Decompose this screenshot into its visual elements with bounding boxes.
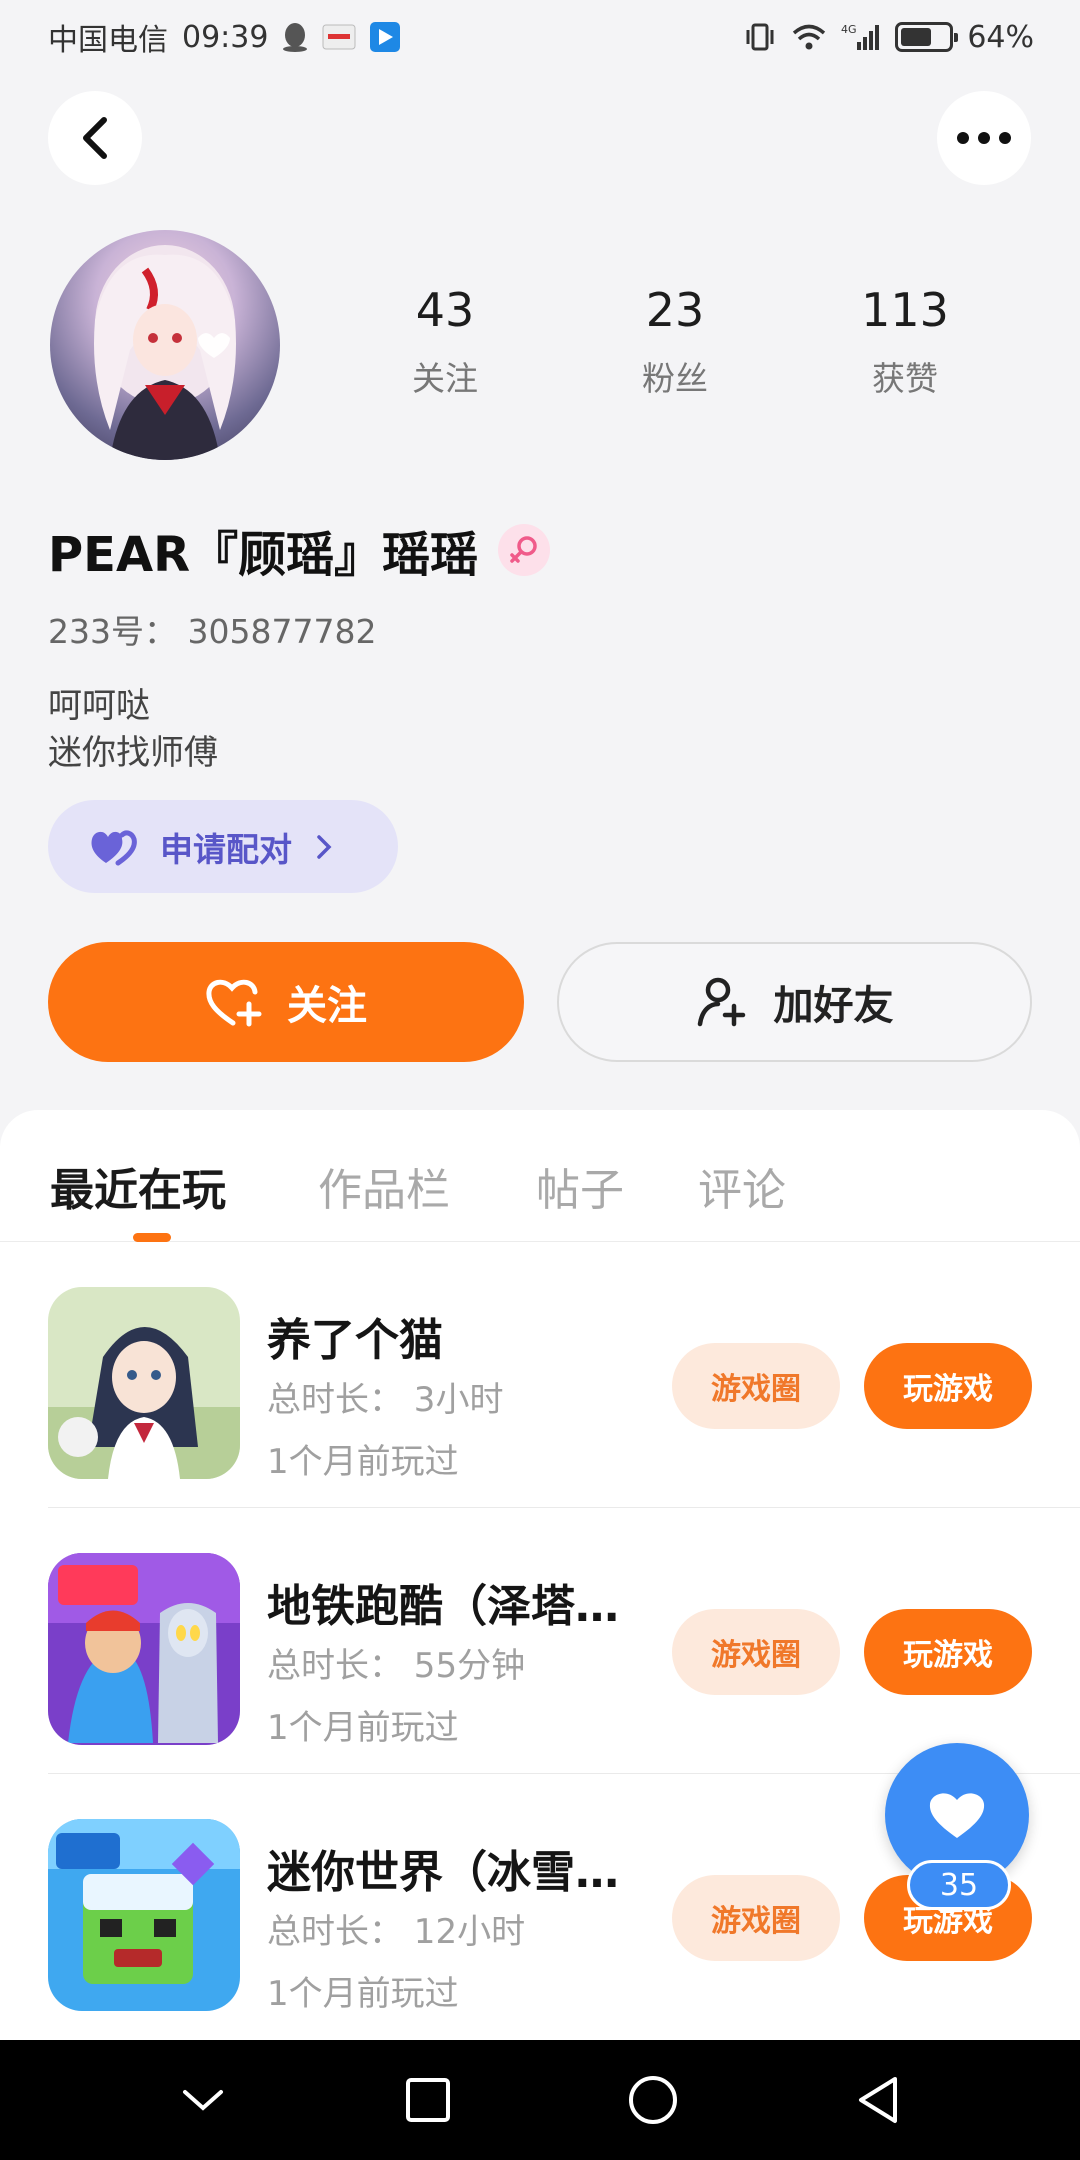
circle-icon — [628, 2076, 677, 2124]
stat-likes[interactable]: 113 获赞 — [805, 285, 1005, 400]
carrier-label: 中国电信 — [48, 23, 168, 58]
double-heart-icon — [91, 829, 137, 865]
tab-recent-play[interactable]: 最近在玩 — [50, 1154, 226, 1218]
game-circle-button[interactable]: 游戏圈 — [672, 1609, 840, 1695]
tab-comments[interactable]: 评论 — [698, 1154, 786, 1218]
request-match-button[interactable]: 申请配对 — [48, 800, 398, 893]
active-tab-indicator — [133, 1233, 171, 1242]
game-icon[interactable] — [48, 1553, 240, 1745]
nickname: PEAR『顾瑶』瑶瑶 — [48, 527, 479, 583]
game-list-item[interactable]: 地铁跑酷（泽塔… 总时长： 55分钟 1个月前玩过 游戏圈 玩游戏 — [48, 1508, 1080, 1774]
back-button[interactable] — [48, 91, 142, 185]
chevron-right-icon — [317, 834, 332, 859]
game-icon[interactable] — [48, 1819, 240, 2011]
heart-icon — [929, 1793, 985, 1838]
play-game-button[interactable]: 玩游戏 — [864, 1609, 1032, 1695]
stat-following[interactable]: 43 关注 — [345, 285, 545, 400]
game-title: 养了个猫 — [267, 1315, 443, 1366]
follow-label: 关注 — [287, 983, 367, 1029]
nav-recents-button[interactable] — [388, 2060, 468, 2140]
heart-plus-icon — [206, 979, 262, 1027]
chevron-left-icon — [83, 117, 107, 159]
female-icon — [498, 524, 551, 576]
tab-bar: 最近在玩 作品栏 帖子 评论 — [0, 1110, 1080, 1242]
add-user-icon — [697, 977, 745, 1027]
svg-text:4G: 4G — [841, 23, 857, 36]
stat-label: 粉丝 — [642, 358, 708, 398]
square-icon — [405, 2078, 450, 2122]
game-circle-button[interactable]: 游戏圈 — [672, 1875, 840, 1961]
game-list-item[interactable]: 养了个猫 总时长： 3小时 1个月前玩过 游戏圈 玩游戏 — [48, 1242, 1080, 1508]
like-count-badge: 35 — [907, 1860, 1011, 1910]
qq-notification-icon — [282, 22, 308, 52]
tab-posts[interactable]: 帖子 — [536, 1154, 624, 1218]
nav-home-button[interactable] — [613, 2060, 693, 2140]
stat-value: 23 — [645, 283, 705, 337]
game-icon[interactable] — [48, 1287, 240, 1479]
game-last-played: 1个月前玩过 — [267, 1708, 459, 1748]
battery-percent: 64% — [967, 19, 1034, 55]
wifi-icon — [791, 23, 827, 51]
chevron-down-icon — [182, 2090, 223, 2111]
play-game-button[interactable]: 玩游戏 — [864, 1343, 1032, 1429]
signal-icon: 4G — [841, 22, 881, 52]
app-notification-icon — [322, 23, 356, 51]
clock: 09:39 — [182, 19, 269, 55]
game-duration: 总时长： 3小时 — [267, 1380, 504, 1420]
add-friend-label: 加好友 — [773, 983, 894, 1029]
game-duration: 总时长： 55分钟 — [267, 1646, 526, 1686]
stat-label: 获赞 — [872, 358, 938, 398]
game-last-played: 1个月前玩过 — [267, 1442, 459, 1482]
stat-value: 113 — [861, 283, 949, 337]
avatar[interactable] — [50, 230, 280, 460]
more-button[interactable] — [937, 91, 1031, 185]
bio-line: 迷你找师傅 — [48, 733, 218, 773]
profile-stats: 43 关注 23 粉丝 113 获赞 — [330, 285, 1020, 400]
follow-button[interactable]: 关注 — [48, 942, 524, 1062]
vibrate-icon — [743, 22, 777, 52]
nav-back-button[interactable] — [838, 2060, 918, 2140]
triangle-back-icon — [858, 2077, 897, 2123]
game-title: 地铁跑酷（泽塔… — [267, 1581, 619, 1632]
nickname-row: PEAR『顾瑶』瑶瑶 — [48, 515, 551, 585]
add-friend-button[interactable]: 加好友 — [557, 942, 1032, 1062]
tab-works[interactable]: 作品栏 — [318, 1154, 450, 1218]
more-horizontal-icon — [957, 132, 1011, 144]
game-duration: 总时长： 12小时 — [267, 1912, 526, 1952]
send-notification-icon — [370, 22, 401, 52]
stat-label: 关注 — [412, 358, 478, 398]
battery-icon — [895, 22, 959, 52]
stat-value: 43 — [415, 283, 475, 337]
game-circle-button[interactable]: 游戏圈 — [672, 1343, 840, 1429]
bio-line: 呵呵哒 — [48, 686, 150, 726]
nav-hide-button[interactable] — [163, 2060, 243, 2140]
bio: 呵呵哒 迷你找师傅 — [48, 683, 218, 777]
game-last-played: 1个月前玩过 — [267, 1974, 459, 2014]
request-match-label: 申请配对 — [160, 829, 292, 869]
stat-fans[interactable]: 23 粉丝 — [575, 285, 775, 400]
system-navigation-bar — [0, 2040, 1080, 2160]
game-title: 迷你世界（冰雪… — [267, 1847, 619, 1898]
status-bar: 中国电信 09:39 4G 64% — [0, 0, 1080, 74]
user-id: 233号： 305877782 — [48, 612, 377, 651]
